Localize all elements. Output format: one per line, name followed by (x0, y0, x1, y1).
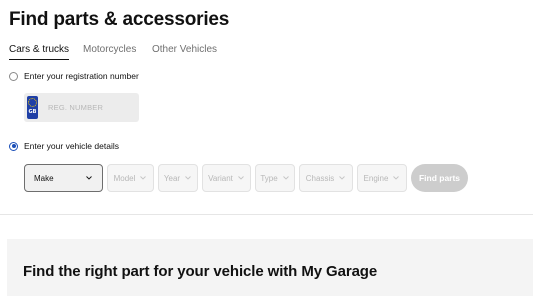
model-select-label: Model (113, 173, 136, 183)
chevron-down-icon (85, 174, 93, 182)
chassis-select[interactable]: Chassis (299, 164, 353, 192)
year-select[interactable]: Year (158, 164, 198, 192)
section-divider (0, 214, 533, 215)
registration-input[interactable] (48, 93, 134, 122)
eu-stars-icon (28, 98, 37, 107)
chevron-down-icon (282, 174, 290, 182)
type-select-label: Type (260, 173, 278, 183)
type-select[interactable]: Type (255, 164, 295, 192)
vehicle-details-option[interactable]: Enter your vehicle details (9, 141, 119, 151)
tab-cars-trucks[interactable]: Cars & trucks (9, 44, 70, 60)
my-garage-heading: Find the right part for your vehicle wit… (23, 263, 378, 280)
variant-select-label: Variant (208, 173, 233, 183)
year-select-label: Year (163, 173, 181, 183)
chevron-down-icon (237, 174, 245, 182)
tab-other-vehicles[interactable]: Other Vehicles (152, 44, 217, 55)
find-parts-button[interactable]: Find parts (411, 164, 468, 192)
page-title: Find parts & accessories (9, 9, 230, 30)
registration-option-label: Enter your registration number (24, 71, 139, 81)
tab-motorcycles[interactable]: Motorcycles (83, 44, 136, 55)
model-select[interactable]: Model (107, 164, 154, 192)
chevron-down-icon (139, 174, 147, 182)
my-garage-banner: Find the right part for your vehicle wit… (7, 239, 533, 296)
engine-select-label: Engine (363, 173, 389, 183)
registration-radio[interactable] (9, 71, 18, 81)
registration-field[interactable]: GB (24, 93, 139, 122)
variant-select[interactable]: Variant (202, 164, 251, 192)
engine-select[interactable]: Engine (357, 164, 407, 192)
make-select[interactable]: Make (24, 164, 103, 192)
eu-flag-icon: GB (27, 96, 38, 119)
chassis-select-label: Chassis (305, 173, 335, 183)
chevron-down-icon (392, 174, 400, 182)
plate-country-code: GB (28, 109, 37, 115)
chevron-down-icon (184, 174, 192, 182)
registration-option[interactable]: Enter your registration number (9, 71, 139, 81)
vehicle-details-radio[interactable] (9, 141, 18, 151)
make-select-label: Make (34, 173, 54, 183)
chevron-down-icon (338, 174, 346, 182)
vehicle-details-option-label: Enter your vehicle details (24, 141, 119, 151)
